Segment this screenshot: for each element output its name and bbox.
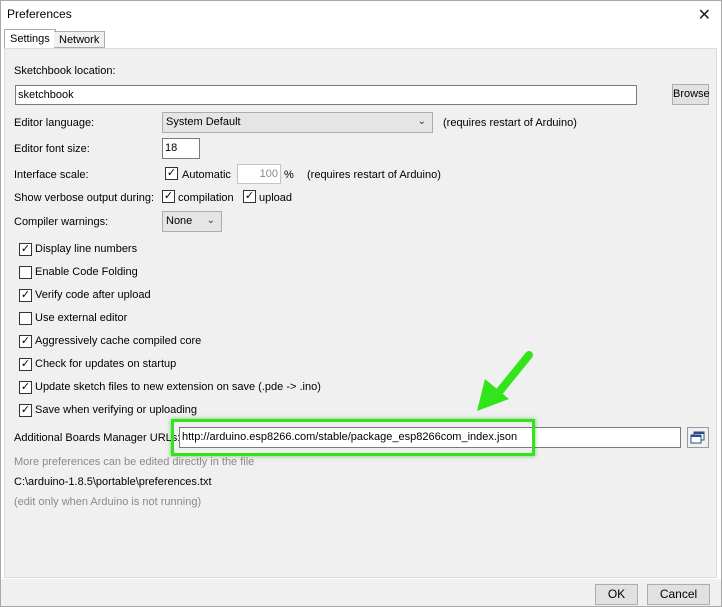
chevron-down-icon: ⌄	[206, 215, 215, 226]
close-icon[interactable]: ✕	[698, 5, 711, 25]
window-list-icon[interactable]	[687, 427, 709, 448]
more-preferences-note: More preferences can be edited directly …	[14, 456, 255, 468]
option-label: Save when verifying or uploading	[35, 404, 198, 416]
automatic-checkbox[interactable]: ✓	[165, 167, 178, 180]
verbose-output-label: Show verbose output during:	[14, 192, 155, 204]
url-highlight-box	[171, 419, 535, 456]
compiler-warnings-label: Compiler warnings:	[14, 216, 109, 228]
option-label: Update sketch files to new extension on …	[35, 381, 321, 393]
upload-label: upload	[259, 192, 293, 204]
editor-language-value: System Default	[166, 116, 241, 128]
scale-restart-note: (requires restart of Arduino)	[307, 169, 441, 181]
option-label: Verify code after upload	[35, 289, 151, 301]
automatic-label: Automatic	[182, 169, 231, 181]
preferences-window: Preferences ✕ Settings Network Sketchboo…	[0, 0, 722, 607]
tab-settings[interactable]: Settings	[4, 29, 56, 49]
compilation-checkbox[interactable]: ✓	[162, 190, 175, 203]
scale-field[interactable]: 100	[237, 164, 281, 184]
cancel-button[interactable]: Cancel	[647, 584, 710, 605]
use-external-editor-checkbox[interactable]	[19, 312, 32, 325]
compilation-label: compilation	[178, 192, 234, 204]
option-label: Enable Code Folding	[35, 266, 138, 278]
arrow-icon	[477, 351, 533, 411]
sketchbook-location-field[interactable]: sketchbook	[15, 85, 637, 105]
percent-label: %	[284, 169, 294, 181]
aggressively-cache-checkbox[interactable]: ✓	[19, 335, 32, 348]
footer-bar: OK Cancel	[1, 579, 721, 606]
font-size-label: Editor font size:	[14, 143, 90, 155]
upload-checkbox[interactable]: ✓	[243, 190, 256, 203]
font-size-field[interactable]: 18	[162, 138, 200, 159]
update-sketch-files-checkbox[interactable]: ✓	[19, 381, 32, 394]
title-bar: Preferences ✕	[1, 1, 721, 27]
boards-manager-urls-label: Additional Boards Manager URLs:	[14, 432, 181, 444]
option-label: Display line numbers	[35, 243, 138, 255]
chevron-down-icon: ⌄	[417, 116, 426, 127]
ok-button[interactable]: OK	[595, 584, 638, 605]
edit-note: (edit only when Arduino is not running)	[14, 496, 202, 508]
settings-panel: Sketchbook location: sketchbook Browse E…	[4, 48, 717, 578]
verify-code-checkbox[interactable]: ✓	[19, 289, 32, 302]
compiler-warnings-select[interactable]: None ⌄	[162, 211, 222, 232]
option-label: Check for updates on startup	[35, 358, 177, 370]
preferences-file-path: C:\arduino-1.8.5\portable\preferences.tx…	[14, 476, 212, 488]
sketchbook-location-label: Sketchbook location:	[14, 65, 116, 77]
check-for-updates-checkbox[interactable]: ✓	[19, 358, 32, 371]
enable-code-folding-checkbox[interactable]	[19, 266, 32, 279]
save-when-verifying-checkbox[interactable]: ✓	[19, 404, 32, 417]
window-title: Preferences	[7, 7, 72, 21]
browse-button[interactable]: Browse	[672, 84, 710, 105]
option-label: Aggressively cache compiled core	[35, 335, 202, 347]
interface-scale-label: Interface scale:	[14, 169, 89, 181]
display-line-numbers-checkbox[interactable]: ✓	[19, 243, 32, 256]
editor-language-select[interactable]: System Default ⌄	[162, 112, 433, 133]
language-restart-note: (requires restart of Arduino)	[443, 117, 577, 129]
compiler-warnings-value: None	[166, 215, 193, 227]
editor-language-label: Editor language:	[14, 117, 95, 129]
tab-network[interactable]: Network	[54, 31, 106, 48]
option-label: Use external editor	[35, 312, 128, 324]
